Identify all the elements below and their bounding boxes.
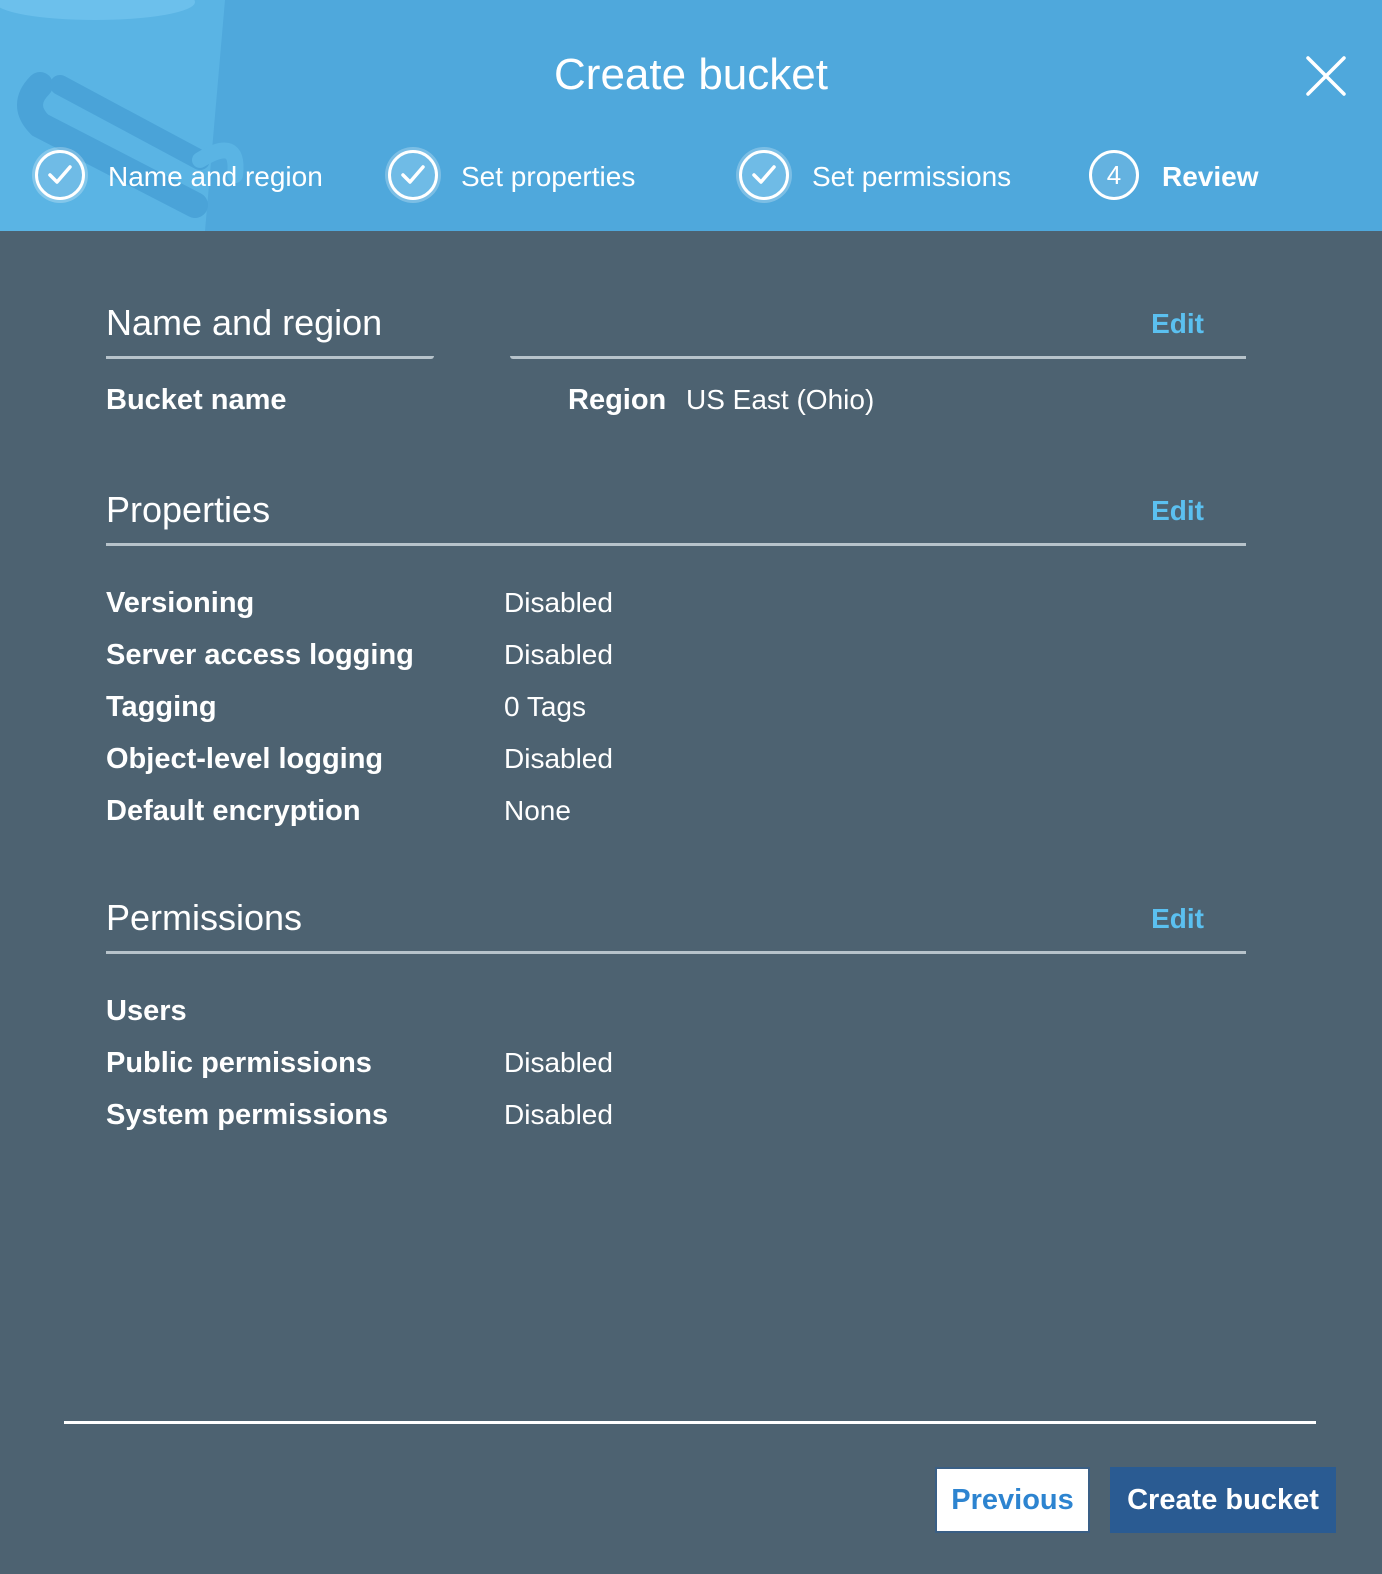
- section-divider: [106, 356, 434, 359]
- default-encryption-value: None: [504, 795, 571, 826]
- bucket-illustration-icon: [0, 0, 244, 231]
- step-done-circle: [388, 150, 438, 200]
- check-icon: [48, 165, 72, 184]
- section-divider: [510, 356, 1246, 359]
- object-level-logging-value: Disabled: [504, 743, 613, 774]
- check-icon: [752, 165, 776, 184]
- system-permissions-label: System permissions: [106, 1099, 389, 1131]
- default-encryption-label: Default encryption: [106, 795, 361, 827]
- section-title: Name and region: [106, 302, 383, 343]
- step-done-circle: [739, 150, 789, 200]
- section-properties: Properties Edit Versioning Disabled Serv…: [106, 487, 1246, 837]
- check-icon: [401, 165, 425, 184]
- step-label: Set permissions: [812, 161, 1012, 192]
- tagging-value: 0 Tags: [504, 691, 586, 722]
- step-done-circle: [35, 150, 85, 200]
- public-permissions-value: Disabled: [504, 1047, 613, 1078]
- step-label: Name and region: [108, 161, 323, 192]
- step-number-circle: 4: [1089, 150, 1139, 200]
- edit-permissions-link[interactable]: Edit: [1151, 901, 1204, 937]
- section-title: Permissions: [106, 897, 303, 938]
- section-title: Properties: [106, 489, 271, 530]
- previous-button[interactable]: Previous: [935, 1467, 1090, 1533]
- section-name-and-region: Name and region Edit Bucket name Region …: [106, 300, 1246, 430]
- versioning-value: Disabled: [504, 587, 613, 618]
- create-bucket-button[interactable]: Create bucket: [1110, 1467, 1336, 1533]
- modal-header: Create bucket Name and region Set proper…: [0, 0, 1382, 231]
- tagging-label: Tagging: [106, 691, 217, 723]
- system-permissions-value: Disabled: [504, 1099, 613, 1130]
- users-label: Users: [106, 995, 187, 1027]
- footer-divider: [64, 1421, 1316, 1424]
- modal-title: Create bucket: [554, 50, 828, 99]
- edit-name-region-link[interactable]: Edit: [1151, 306, 1204, 342]
- versioning-label: Versioning: [106, 587, 255, 619]
- close-icon: [1306, 56, 1346, 96]
- server-access-logging-label: Server access logging: [106, 639, 414, 671]
- section-divider: [106, 543, 1246, 546]
- step-label: Review: [1162, 161, 1259, 192]
- section-divider: [106, 951, 1246, 954]
- region-value: US East (Ohio): [686, 384, 875, 415]
- object-level-logging-label: Object-level logging: [106, 743, 384, 775]
- region-label: Region: [568, 384, 667, 416]
- edit-properties-link[interactable]: Edit: [1151, 493, 1204, 529]
- section-permissions: Permissions Edit Users Public permission…: [106, 895, 1246, 1145]
- public-permissions-label: Public permissions: [106, 1047, 372, 1079]
- close-button[interactable]: [1302, 52, 1350, 100]
- bucket-name-label: Bucket name: [106, 384, 287, 416]
- server-access-logging-value: Disabled: [504, 639, 613, 670]
- step-label: Set properties: [461, 161, 636, 192]
- step-number: 4: [1106, 160, 1122, 190]
